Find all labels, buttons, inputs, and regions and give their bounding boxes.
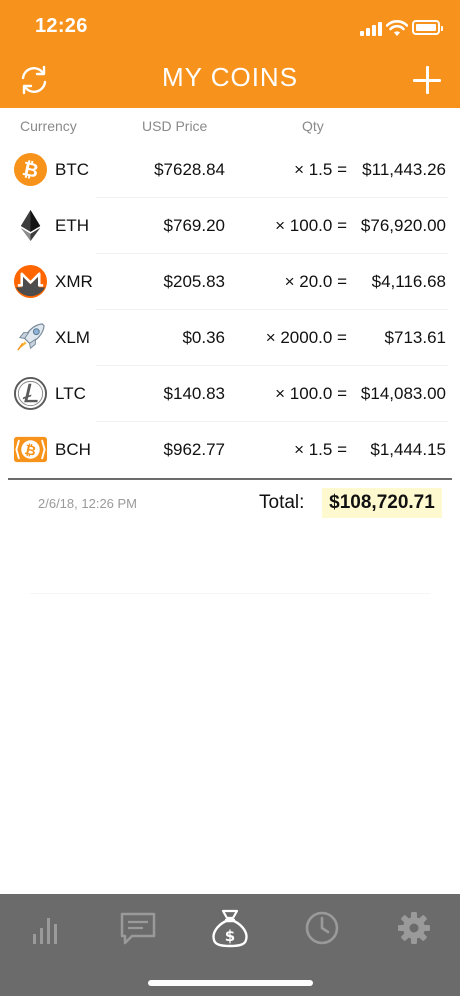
- column-header-qty: Qty: [302, 118, 324, 134]
- total-divider: [8, 478, 452, 480]
- status-bar: 12:26: [0, 0, 460, 54]
- coin-symbol: LTC: [55, 384, 86, 403]
- home-indicator: [148, 980, 313, 986]
- coin-price: $205.83: [163, 272, 225, 291]
- coin-price: $7628.84: [154, 160, 225, 179]
- monero-icon: [13, 264, 48, 299]
- battery-icon: [412, 20, 443, 35]
- money-bag-icon[interactable]: $: [210, 908, 250, 948]
- coin-qty: × 1.5 =: [294, 440, 347, 459]
- coin-row-xlm[interactable]: XLM $0.36 × 2000.0 = $713.61: [0, 310, 460, 366]
- coin-row-ltc[interactable]: LTC $140.83 × 100.0 = $14,083.00: [0, 366, 460, 422]
- coin-qty: × 100.0 =: [275, 216, 347, 235]
- chat-icon[interactable]: [118, 908, 158, 948]
- bitcoin-icon: ₿: [13, 152, 48, 187]
- coin-symbol: XLM: [55, 328, 90, 347]
- coin-value: $1,444.15: [370, 440, 446, 459]
- coin-symbol: XMR: [55, 272, 93, 291]
- coin-qty: × 20.0 =: [284, 272, 347, 291]
- coin-price: $0.36: [182, 328, 225, 347]
- coin-qty: × 2000.0 =: [265, 328, 347, 347]
- tab-bar: $: [0, 894, 460, 996]
- coin-price: $140.83: [163, 384, 225, 403]
- coin-value: $76,920.00: [360, 216, 446, 235]
- coin-qty: × 1.5 =: [294, 160, 347, 179]
- cellular-signal-icon: [360, 22, 382, 36]
- bitcoin-cash-icon: ₿: [13, 436, 48, 463]
- coin-qty: × 100.0 =: [275, 384, 347, 403]
- divider: [30, 593, 430, 594]
- status-time: 12:26: [35, 15, 88, 37]
- column-header-currency: Currency: [20, 118, 77, 134]
- coin-value: $4,116.68: [371, 272, 446, 291]
- last-updated-timestamp: 2/6/18, 12:26 PM: [38, 496, 138, 511]
- coin-value: $14,083.00: [360, 384, 446, 403]
- litecoin-icon: [13, 376, 48, 411]
- coin-price: $769.20: [163, 216, 225, 235]
- coin-value: $11,443.26: [362, 160, 446, 179]
- stellar-rocket-icon: [17, 323, 45, 351]
- coin-row-xmr[interactable]: XMR $205.83 × 20.0 = $4,116.68: [0, 254, 460, 310]
- ethereum-icon: [20, 209, 41, 242]
- coin-symbol: ETH: [55, 216, 89, 235]
- coin-row-eth[interactable]: ETH $769.20 × 100.0 = $76,920.00: [0, 198, 460, 254]
- column-headers: Currency USD Price Qty: [0, 118, 460, 138]
- gear-icon[interactable]: [394, 908, 434, 948]
- wifi-icon: [386, 20, 408, 36]
- page-title: MY COINS: [161, 62, 299, 92]
- total-value: $108,720.71: [322, 488, 442, 518]
- svg-text:$: $: [225, 927, 235, 945]
- bar-chart-icon[interactable]: [26, 908, 66, 948]
- column-header-price: USD Price: [142, 118, 208, 134]
- app-header: 12:26 MY COINS: [0, 0, 460, 108]
- coin-symbol: BCH: [55, 440, 91, 459]
- add-coin-button[interactable]: [413, 66, 441, 94]
- coin-value: $713.61: [384, 328, 446, 347]
- clock-icon[interactable]: [302, 908, 342, 948]
- coin-row-bch[interactable]: ₿ BCH $962.77 × 1.5 = $1,444.15: [0, 422, 460, 478]
- coin-symbol: BTC: [55, 160, 89, 179]
- coin-price: $962.77: [163, 440, 225, 459]
- coin-row-btc[interactable]: ₿ BTC $7628.84 × 1.5 = $11,443.26: [0, 142, 460, 198]
- total-label: Total:: [259, 492, 305, 513]
